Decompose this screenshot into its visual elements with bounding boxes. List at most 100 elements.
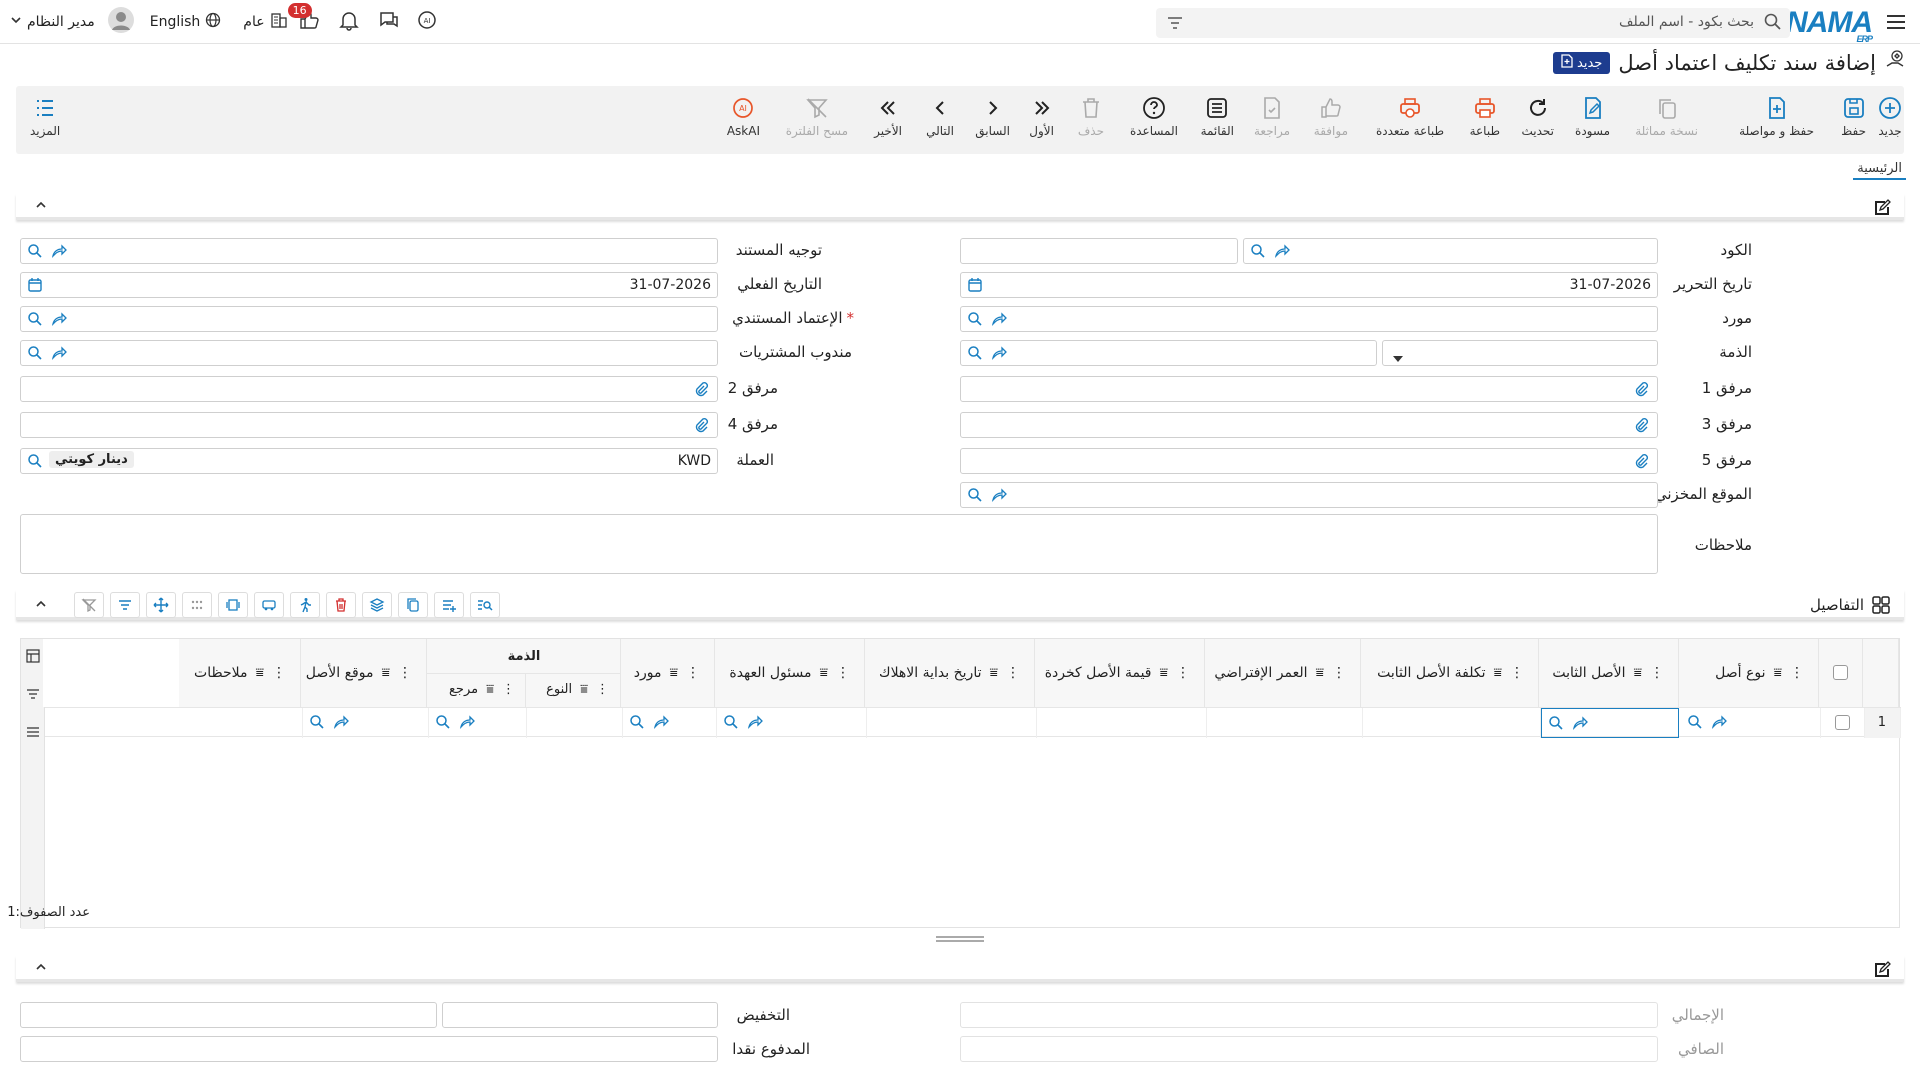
- calendar-icon[interactable]: [967, 277, 983, 297]
- liability-type-cell[interactable]: [527, 708, 623, 738]
- column-menu-icon[interactable]: ⋮: [836, 665, 850, 681]
- column-menu-icon[interactable]: ⋮: [1006, 665, 1020, 681]
- refresh-button[interactable]: تحديث: [1521, 96, 1554, 138]
- scrap-value-cell[interactable]: [1037, 708, 1207, 738]
- move-icon[interactable]: [146, 592, 176, 618]
- column-filter-icon[interactable]: ⩸: [989, 665, 998, 681]
- share-icon[interactable]: [1572, 715, 1588, 735]
- col-fixed-asset-cost-header[interactable]: تكلفة الأصل الثابت ⩸ ⋮: [1361, 639, 1539, 707]
- asset-location-cell[interactable]: [303, 708, 429, 738]
- col-fixed-asset-header[interactable]: الأصل الثابت ⩸ ⋮: [1539, 639, 1679, 707]
- last-button[interactable]: الأخير: [874, 96, 902, 138]
- edit-icon[interactable]: [1872, 960, 1892, 984]
- lookup-icon[interactable]: [1250, 243, 1266, 263]
- code-field[interactable]: [1243, 238, 1658, 264]
- column-filter-icon[interactable]: ⩸: [486, 682, 494, 697]
- column-menu-icon[interactable]: ⋮: [1790, 665, 1804, 681]
- resize-handle[interactable]: [936, 936, 984, 942]
- trash-icon[interactable]: [326, 592, 356, 618]
- supplier-field[interactable]: [960, 306, 1658, 332]
- print-button[interactable]: طباعة: [1470, 96, 1500, 138]
- column-menu-icon[interactable]: ⋮: [1510, 665, 1524, 681]
- previous-button[interactable]: السابق: [975, 96, 1010, 138]
- lookup-icon[interactable]: [435, 714, 451, 734]
- new-button[interactable]: جديد: [1878, 96, 1902, 138]
- paperclip-icon[interactable]: [693, 418, 709, 437]
- share-icon[interactable]: [51, 311, 67, 331]
- liability-field[interactable]: [960, 340, 1377, 366]
- lookup-icon[interactable]: [27, 311, 43, 331]
- menu-icon[interactable]: [1884, 10, 1908, 34]
- col-type-header[interactable]: النوع ⩸ ⋮: [525, 674, 621, 708]
- share-icon[interactable]: [459, 714, 475, 734]
- actual-date-field[interactable]: 31-07-2026: [20, 272, 718, 298]
- currency-field[interactable]: KWD دينار كويتي: [20, 448, 718, 474]
- filter-lines-icon[interactable]: [110, 592, 140, 618]
- next-button[interactable]: التالي: [926, 96, 954, 138]
- doc-credit-field[interactable]: [20, 306, 718, 332]
- col-notes-header[interactable]: ملاحظات ⩸ ⋮: [179, 639, 301, 707]
- col-asset-location-header[interactable]: موقع الأصل ⩸ ⋮: [301, 639, 427, 707]
- notifications-button[interactable]: [338, 9, 360, 35]
- col-asset-type-header[interactable]: نوع أصل ⩸ ⋮: [1679, 639, 1819, 707]
- col-reference-header[interactable]: مرجع ⩸ ⋮: [427, 674, 525, 708]
- column-filter-icon[interactable]: ⩸: [1633, 665, 1642, 681]
- runner-icon[interactable]: [290, 592, 320, 618]
- col-custodian-header[interactable]: مسئول العهدة ⩸ ⋮: [715, 639, 865, 707]
- paid-cash-field[interactable]: [20, 1036, 718, 1062]
- list-button[interactable]: القائمة: [1201, 96, 1234, 138]
- language-switch[interactable]: English: [150, 12, 222, 32]
- col-supplier-header[interactable]: مورد ⩸ ⋮: [621, 639, 715, 707]
- column-menu-icon[interactable]: ⋮: [686, 665, 700, 681]
- attachment3-field[interactable]: [960, 412, 1658, 438]
- approvals-button[interactable]: 16: [287, 3, 320, 35]
- share-icon[interactable]: [51, 345, 67, 365]
- ai-button[interactable]: AI: [416, 9, 438, 35]
- doc-direction-field[interactable]: [20, 238, 718, 264]
- share-icon[interactable]: [1274, 243, 1290, 263]
- default-age-cell[interactable]: [1207, 708, 1363, 738]
- discount-value-field[interactable]: [442, 1002, 718, 1028]
- bus-icon[interactable]: [254, 592, 284, 618]
- column-filter-icon[interactable]: ⩸: [1159, 665, 1168, 681]
- search-icon[interactable]: [1764, 13, 1782, 31]
- column-menu-icon[interactable]: ⋮: [1176, 665, 1190, 681]
- col-default-age-header[interactable]: العمر الإفتراضي ⩸ ⋮: [1205, 639, 1361, 707]
- filter-off-icon[interactable]: [74, 592, 104, 618]
- search-list-icon[interactable]: [470, 592, 500, 618]
- multi-print-button[interactable]: طباعة متعددة: [1376, 96, 1444, 138]
- table-settings-icon[interactable]: [26, 649, 40, 667]
- share-icon[interactable]: [991, 311, 1007, 331]
- attachment4-field[interactable]: [20, 412, 718, 438]
- column-menu-icon[interactable]: ⋮: [1650, 665, 1664, 681]
- share-icon[interactable]: [991, 345, 1007, 365]
- share-icon[interactable]: [991, 487, 1007, 507]
- notes-textarea[interactable]: [20, 514, 1658, 574]
- column-filter-icon[interactable]: ⩸: [669, 665, 678, 681]
- share-icon[interactable]: [333, 714, 349, 734]
- attachment2-field[interactable]: [20, 376, 718, 402]
- add-row-icon[interactable]: [434, 592, 464, 618]
- lookup-icon[interactable]: [27, 453, 43, 473]
- column-menu-icon[interactable]: ⋮: [502, 682, 515, 697]
- delete-button[interactable]: حذف: [1078, 96, 1104, 138]
- paperclip-icon[interactable]: [1633, 418, 1649, 437]
- edit-date-field[interactable]: 31-07-2026: [960, 272, 1658, 298]
- collapse-icon[interactable]: [34, 597, 48, 615]
- lookup-icon[interactable]: [967, 487, 983, 507]
- lookup-icon[interactable]: [1548, 715, 1564, 735]
- search-box[interactable]: بحث بكود - اسم الملف: [1156, 8, 1790, 38]
- column-filter-icon[interactable]: ⩸: [381, 665, 390, 681]
- column-filter-icon[interactable]: ⩸: [819, 665, 828, 681]
- attachment5-field[interactable]: [960, 448, 1658, 474]
- menu-icon[interactable]: [26, 725, 40, 743]
- tab-main[interactable]: الرئيسية: [1853, 159, 1906, 180]
- app-logo[interactable]: NAMA ERP: [1786, 6, 1873, 44]
- filter-icon[interactable]: [1166, 14, 1184, 32]
- search-input[interactable]: بحث بكود - اسم الملف: [1619, 14, 1754, 30]
- save-button[interactable]: حفظ: [1841, 96, 1866, 138]
- column-menu-icon[interactable]: ⋮: [272, 665, 286, 681]
- first-button[interactable]: الأول: [1029, 96, 1054, 138]
- col-scrap-value-header[interactable]: قيمة الأصل كخردة ⩸ ⋮: [1035, 639, 1205, 707]
- fixed-asset-cost-cell[interactable]: [1363, 708, 1541, 738]
